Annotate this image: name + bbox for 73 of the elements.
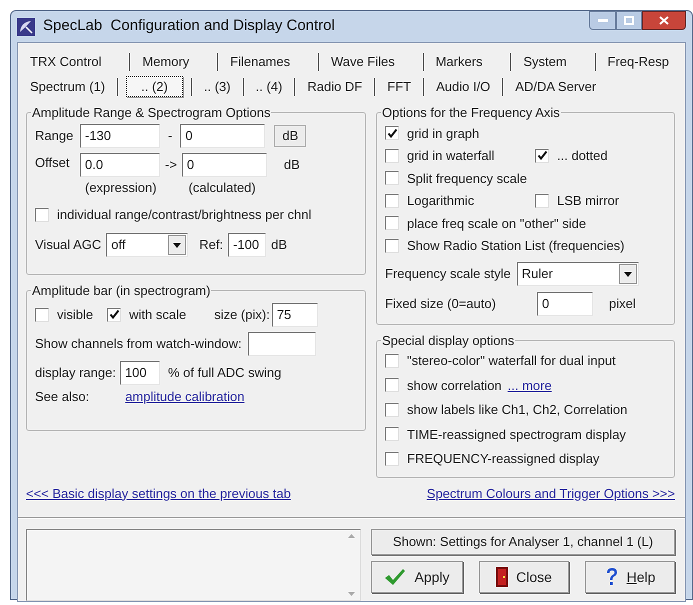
tab[interactable]: Memory [138,52,194,72]
label: Show channels from watch-window: [35,334,242,353]
link[interactable]: Spectrum Colours and Trigger Options >>> [426,484,675,503]
label: Range [35,126,74,145]
link[interactable]: <<< Basic display settings on the previous tab [26,484,291,503]
checkbox-label: grid in waterfall [407,147,494,165]
input-field[interactable]: -130 [80,124,160,148]
checkbox-label: "stereo-color" waterfall for dual input [407,352,616,370]
caption: (calculated) [188,178,256,197]
db-button[interactable]: dB [274,124,306,146]
checkbox-label: Split frequency scale [407,170,527,188]
close-button[interactable]: Close [479,561,569,593]
tab[interactable]: Freq-Resp [604,52,673,72]
label: dB [271,236,287,254]
checkbox-label: with scale [129,306,186,324]
label: Fixed size (0=auto) [385,294,497,313]
checkbox-label: place freq scale on "other" side [407,214,586,233]
dropdown[interactable]: off [106,232,188,256]
checkbox-label: grid in graph [407,124,480,143]
tab[interactable]: Spectrum (1) [26,76,110,96]
tab[interactable]: .. (2) [126,76,183,98]
input-field[interactable]: 0 [180,124,266,148]
tab[interactable]: AD/DA Server [511,76,600,96]
checkbox-label: Show Radio Station List (frequencies) [407,237,625,255]
group-title: Amplitude Range & Spectrogram Options [31,104,272,122]
label: Offset [35,154,70,172]
checkbox-label: FREQUENCY-reassigned display [407,450,600,468]
checkbox-label: ... dotted [557,147,608,165]
label: % of full ADC swing [168,364,282,382]
checkbox-label: individual range/contrast/brightness per chnl [57,206,312,224]
label: pixel [609,294,636,313]
help-button[interactable]: Help [585,561,675,593]
input-field[interactable]: 0 [537,292,593,316]
tab[interactable]: Markers [432,52,487,72]
link[interactable]: ... more [508,376,552,395]
label: dB [284,156,300,174]
tab[interactable]: System [519,52,571,72]
input-field[interactable]: -100 [228,232,266,256]
label: See also: [35,388,90,406]
group-title: Amplitude bar (in spectrogram) [31,282,212,300]
checkbox-label: LSB mirror [557,192,620,210]
input-field[interactable]: 0.0 [80,152,160,176]
caption: (expression) [85,178,157,197]
apply-button[interactable]: Apply [371,561,463,593]
shown-settings-button[interactable]: Shown: Settings for Analyser 1, channel 1 (L) [371,529,675,555]
checkbox-label: visible [57,306,94,324]
tab[interactable]: .. (3) [200,76,235,96]
dropdown[interactable]: Ruler [516,262,639,286]
tab[interactable]: Radio DF [303,76,366,96]
label: -> [165,156,177,174]
checkbox-label: Logarithmic [407,192,474,210]
label: - [167,126,174,145]
tab[interactable]: Filenames [226,52,294,72]
label: Visual AGC [35,236,102,254]
tab[interactable]: .. (4) [252,76,286,96]
label: Frequency scale style [385,264,511,283]
tab[interactable]: Wave Files [326,52,399,72]
input-field[interactable]: 75 [272,302,318,326]
checkbox-label: show labels like Ch1, Ch2, Correlation [407,401,628,419]
input-field[interactable]: 0 [182,152,267,176]
checkbox-label: TIME-reassigned spectrogram display [407,426,626,444]
group-title: Special display options [381,332,516,350]
tab[interactable]: TRX Control [26,52,106,72]
group-title: Options for the Frequency Axis [381,104,561,122]
checkbox-label: show correlation [407,376,502,394]
label: display range: [35,364,116,382]
input-field[interactable]: 100 [120,360,160,384]
label: Ref: [199,236,224,254]
tab[interactable]: FFT [383,76,416,96]
label: size (pix): [214,306,270,324]
tab[interactable]: Audio I/O [432,76,494,96]
link[interactable]: amplitude calibration [125,386,244,406]
window-title: SpecLab Configuration and Display Control [43,16,335,36]
